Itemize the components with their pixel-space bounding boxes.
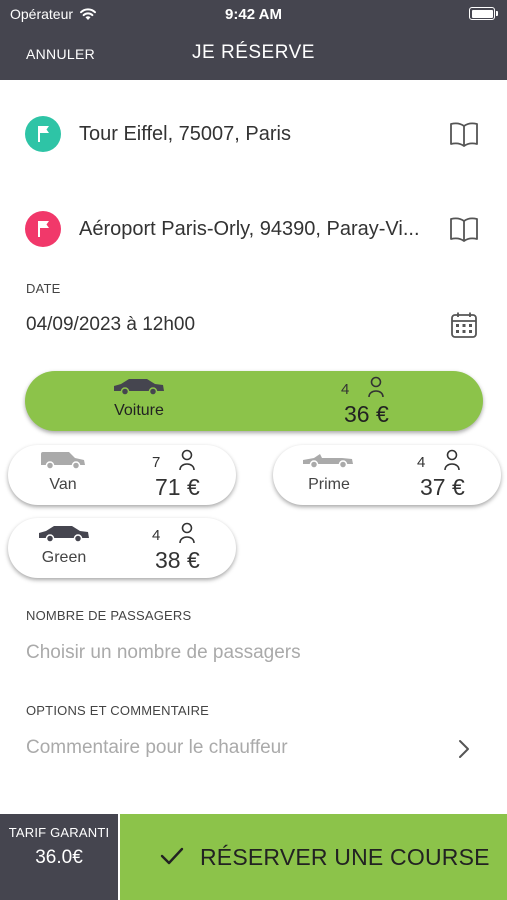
reserve-label: RÉSERVER UNE COURSE — [200, 844, 490, 870]
options-label: OPTIONS ET COMMENTAIRE — [26, 703, 210, 718]
vehicle-name: Green — [41, 549, 87, 566]
person-icon — [368, 376, 384, 398]
person-icon — [444, 449, 460, 471]
footer-bar: TARIF GARANTI 36.0€ RÉSERVER UNE COURSE — [0, 814, 507, 900]
page-title: JE RÉSERVE — [192, 42, 315, 63]
reserve-button[interactable]: RÉSERVER UNE COURSE — [120, 814, 507, 900]
date-field[interactable]: 04/09/2023 à 12h00 — [26, 314, 195, 336]
vehicle-price: 71 € — [155, 474, 200, 500]
guaranteed-fare-box: TARIF GARANTI 36.0€ — [0, 814, 118, 900]
vehicle-name: Prime — [308, 476, 350, 493]
vehicle-seats: 4 — [152, 527, 161, 544]
nav-bar: ANNULER JE RÉSERVE — [0, 30, 507, 80]
calendar-icon[interactable] — [450, 311, 478, 339]
vehicle-name: Van — [49, 476, 77, 493]
cabriolet-icon — [303, 454, 353, 469]
car-icon — [39, 526, 89, 543]
vehicle-price: 38 € — [155, 547, 200, 573]
vehicle-option-green[interactable]: Green 4 38 € — [8, 518, 236, 578]
van-icon — [41, 452, 85, 470]
tarif-label: TARIF GARANTI — [8, 825, 110, 840]
departure-address: Tour Eiffel, 75007, Paris — [79, 122, 291, 145]
person-icon — [179, 449, 195, 471]
chevron-right-icon[interactable] — [457, 739, 471, 759]
book-icon[interactable] — [449, 121, 479, 147]
arrival-flag-icon — [25, 211, 61, 247]
vehicle-seats: 4 — [341, 381, 350, 398]
vehicle-price: 37 € — [420, 474, 465, 500]
passengers-label: NOMBRE DE PASSAGERS — [26, 608, 192, 623]
book-icon[interactable] — [449, 216, 479, 242]
vehicle-seats: 7 — [152, 454, 161, 471]
departure-flag-icon — [25, 116, 61, 152]
status-bar: Opérateur 9:42 AM — [0, 0, 507, 30]
checkmark-icon — [160, 847, 184, 865]
arrival-address-row[interactable]: Aéroport Paris-Orly, 94390, Paray-Vi... — [0, 199, 507, 259]
vehicle-option-van[interactable]: Van 7 71 € — [8, 445, 236, 505]
vehicle-name: Voiture — [114, 402, 164, 419]
date-label: DATE — [26, 281, 61, 296]
vehicle-option-voiture[interactable]: Voiture 4 36 € — [25, 371, 483, 431]
status-time: 9:42 AM — [225, 6, 282, 23]
battery-icon — [469, 7, 498, 20]
vehicle-price: 36 € — [344, 401, 389, 427]
vehicle-option-prime[interactable]: Prime 4 37 € — [273, 445, 501, 505]
tarif-value: 36.0€ — [35, 847, 83, 868]
departure-address-row[interactable]: Tour Eiffel, 75007, Paris — [0, 104, 507, 164]
arrival-address: Aéroport Paris-Orly, 94390, Paray-Vi... — [79, 217, 420, 240]
vehicle-seats: 4 — [417, 454, 426, 471]
car-icon — [114, 379, 164, 396]
passengers-field[interactable]: Choisir un nombre de passagers — [26, 642, 301, 664]
comment-field[interactable]: Commentaire pour le chauffeur — [26, 737, 288, 759]
person-icon — [179, 522, 195, 544]
